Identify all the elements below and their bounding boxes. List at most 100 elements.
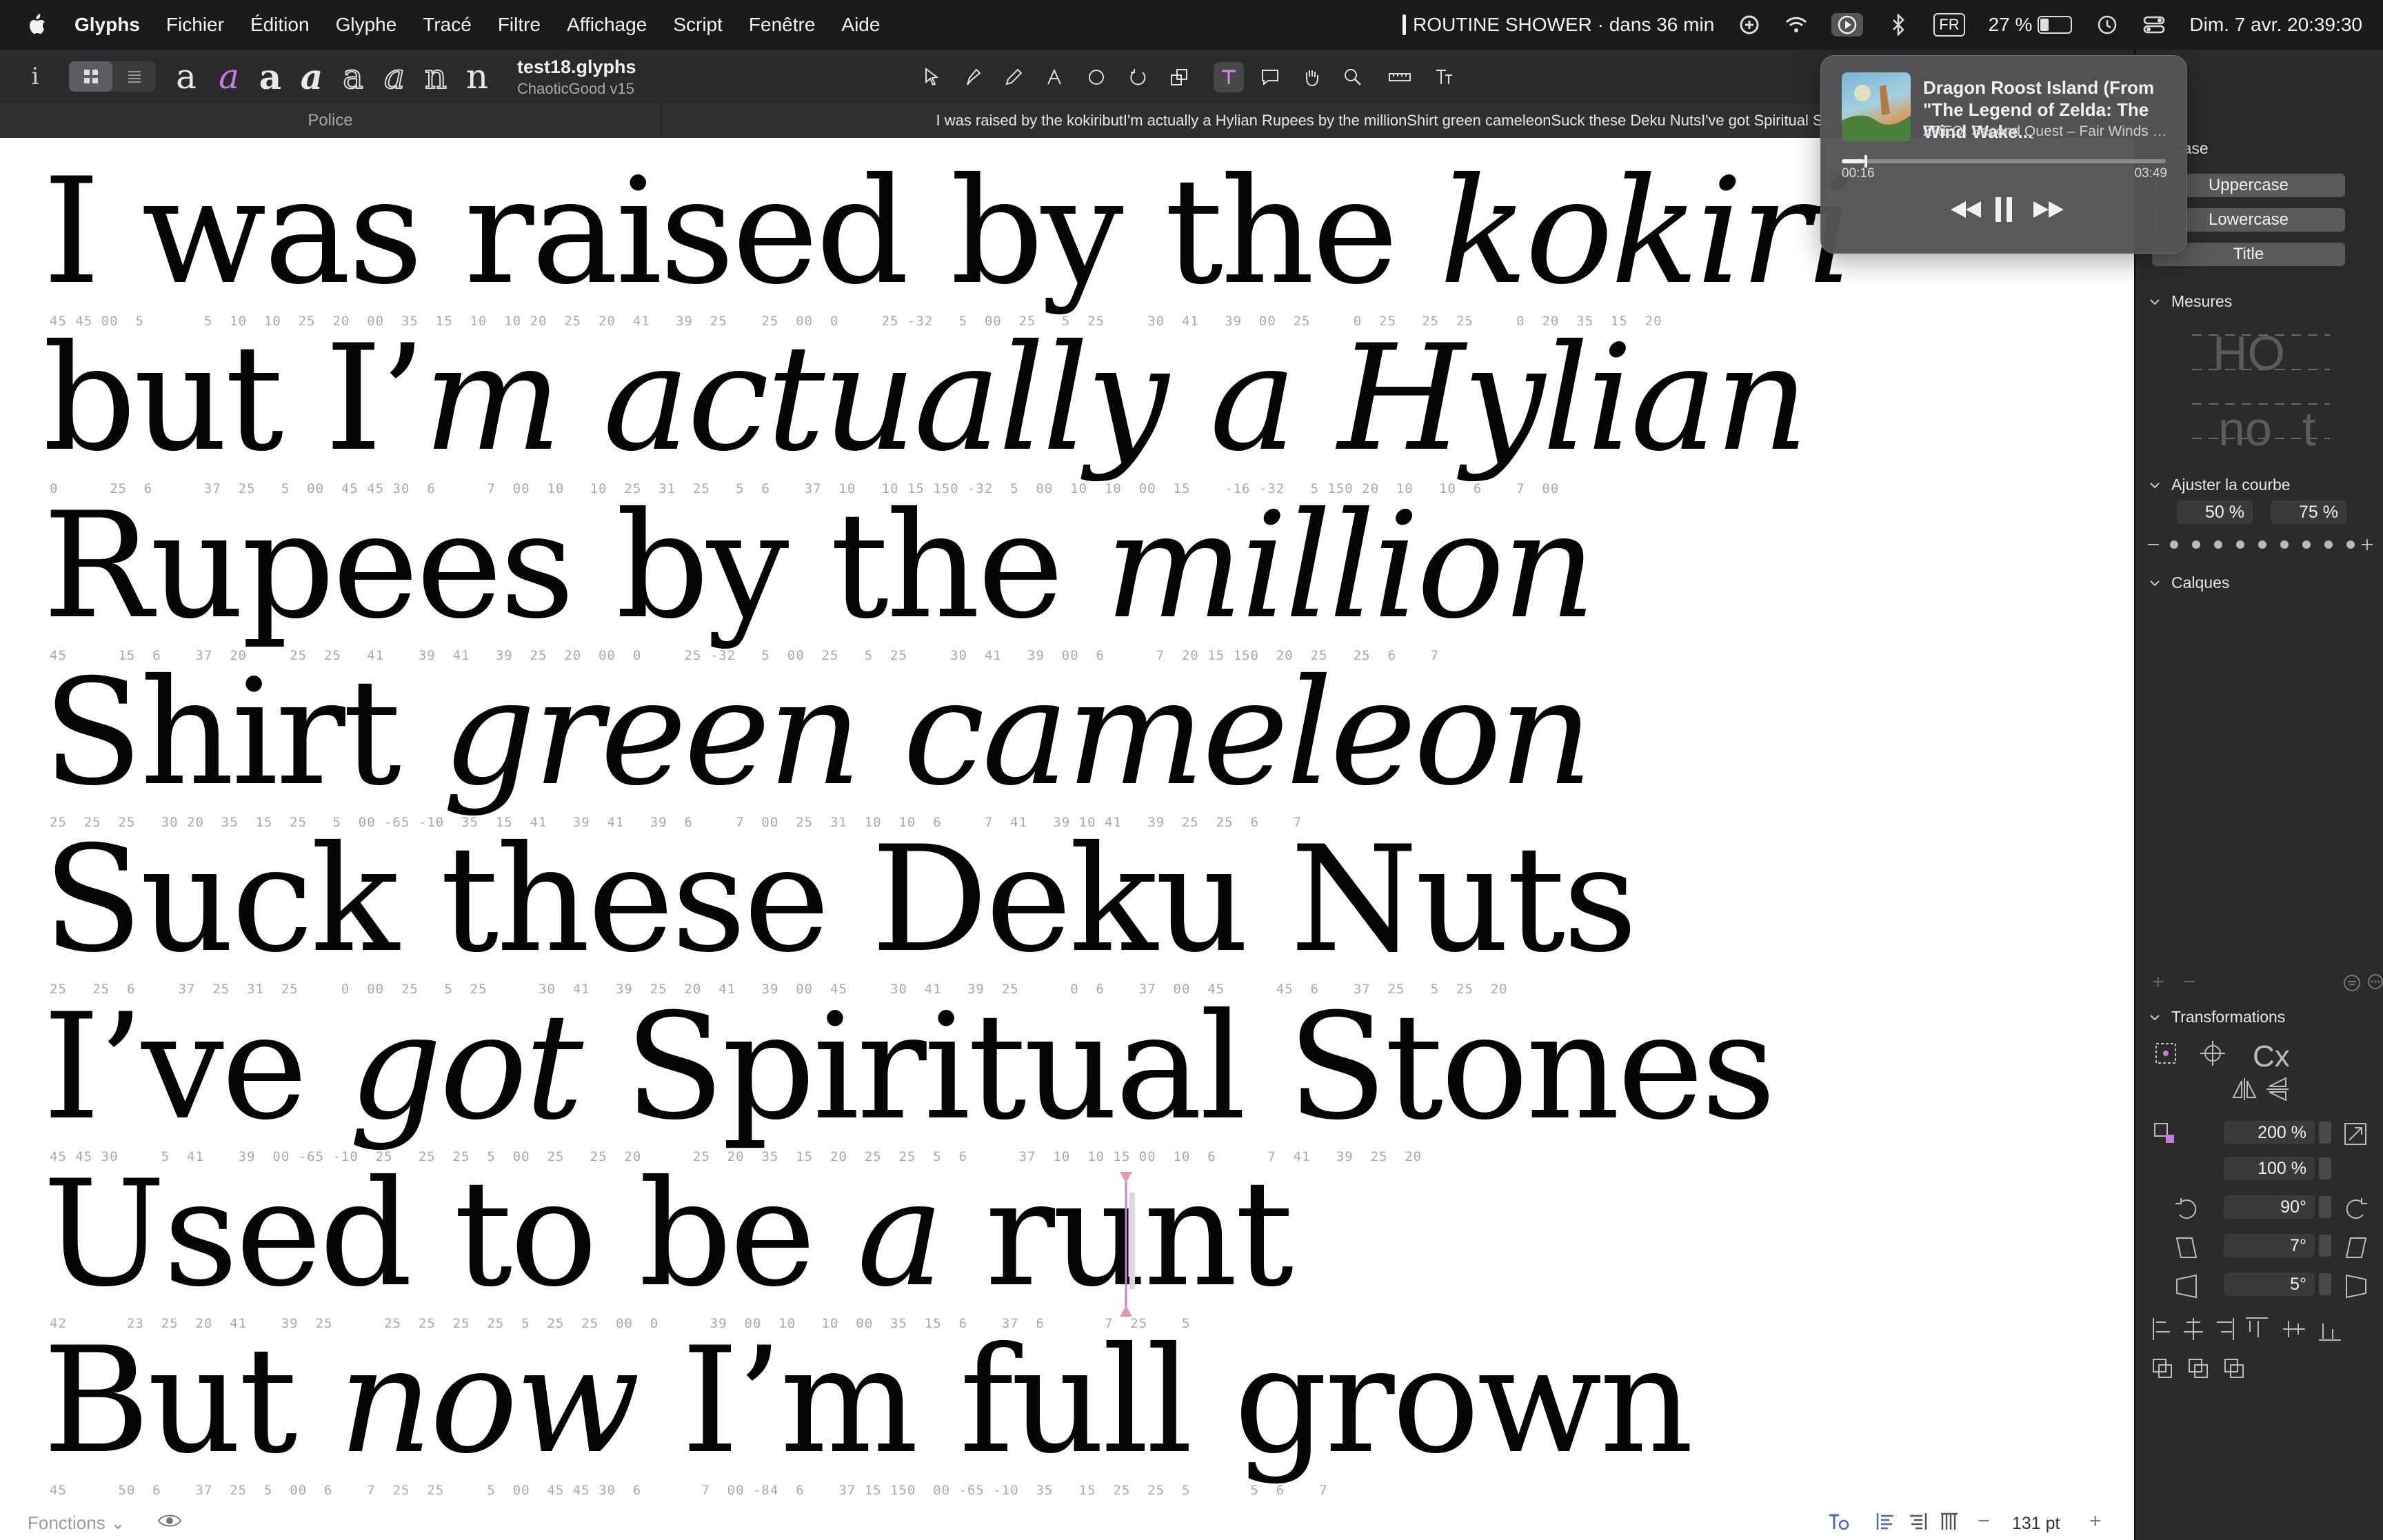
zoom-tool-icon[interactable] [1338, 62, 1368, 92]
playback-progress[interactable] [1842, 155, 2166, 168]
pause-icon[interactable] [1987, 192, 2021, 227]
curve-value-2[interactable]: 75 % [2271, 500, 2346, 524]
scale-x-stepper[interactable] [2319, 1122, 2331, 1144]
rotate-ccw-icon[interactable] [2173, 1195, 2200, 1223]
rotate-field[interactable]: 90° [2224, 1195, 2315, 1219]
menu-glyphe[interactable]: Glyphe [336, 14, 397, 36]
measure-tool-icon[interactable] [1385, 62, 1415, 92]
scale-tool-icon[interactable] [1164, 62, 1194, 92]
edit-view-canvas[interactable]: I was raised by the kokiri 45 45 00 5 5 … [0, 138, 2134, 1517]
remove-layer-icon[interactable]: − [2184, 971, 2196, 994]
text-line-3[interactable]: Rupees by the million [43, 493, 1596, 639]
time-machine-icon[interactable] [2095, 13, 2119, 37]
now-playing-icon[interactable] [1831, 13, 1864, 37]
rotate-cw-icon[interactable] [2342, 1195, 2370, 1223]
glyph-chip-n-regular[interactable]: n [459, 54, 495, 99]
zoom-in-icon[interactable]: + [2089, 1510, 2102, 1533]
skew-field[interactable]: 5° [2224, 1273, 2315, 1296]
skew-stepper[interactable] [2319, 1273, 2331, 1295]
control-center-icon[interactable] [2142, 13, 2166, 37]
glyph-chip-a-outline-italic[interactable]: a [376, 54, 412, 99]
glyph-chip-a-bold-italic[interactable]: a [294, 54, 330, 99]
slant-left-icon[interactable] [2173, 1234, 2200, 1262]
view-mode-segmented[interactable] [69, 61, 156, 92]
fast-forward-icon[interactable] [2028, 192, 2069, 227]
slant-right-icon[interactable] [2342, 1234, 2370, 1262]
glyph-chip-a-bold[interactable]: a [252, 54, 288, 99]
menu-app-glyphs[interactable]: Glyphs [74, 14, 140, 36]
glyph-chip-a-italic-selected[interactable]: a [211, 54, 247, 99]
draw-tool-icon[interactable] [957, 62, 987, 92]
more-icon[interactable] [2367, 973, 2383, 993]
clock[interactable]: Dim. 7 avr. 20:39:30 [2189, 14, 2362, 36]
mirror-horizontal-icon[interactable] [2231, 1075, 2258, 1103]
text-tool-icon[interactable] [1214, 62, 1244, 92]
text-line-1[interactable]: I was raised by the kokiri [43, 159, 1854, 305]
vertical-text-icon[interactable] [1939, 1511, 1960, 1535]
rotate-tool-icon[interactable] [1123, 62, 1153, 92]
text-line-4[interactable]: Shirt green cameleon [43, 660, 1593, 806]
text-line-8[interactable]: But now I’m full grown [43, 1328, 1693, 1474]
ellipse-tool-icon[interactable] [1081, 62, 1112, 92]
list-view-icon[interactable] [112, 61, 156, 92]
text-line-2[interactable]: but I’m actually a Hylian [43, 325, 1809, 472]
primitives-tool-icon[interactable] [1040, 62, 1070, 92]
text-cursor-tool-icon[interactable] [1429, 62, 1459, 92]
pencil-tool-icon[interactable] [998, 62, 1029, 92]
battery-item[interactable]: 27 % [1989, 14, 2073, 36]
skew-right-icon[interactable] [2342, 1273, 2370, 1300]
bounding-box-icon[interactable] [2152, 1040, 2180, 1067]
annotation-tool-icon[interactable] [1255, 62, 1285, 92]
menu-affichage[interactable]: Affichage [567, 14, 647, 36]
bluetooth-icon[interactable] [1887, 13, 1910, 37]
rewind-icon[interactable] [1945, 192, 1987, 227]
metrics-cx-icon[interactable]: Cx [2253, 1040, 2290, 1074]
chevron-down-icon[interactable] [2149, 1012, 2160, 1023]
select-tool-icon[interactable] [917, 62, 947, 92]
chevron-down-icon[interactable] [2149, 480, 2160, 491]
curve-slider[interactable] [2146, 538, 2374, 551]
menu-script[interactable]: Script [673, 14, 723, 36]
glyph-chip-n-outline[interactable]: n [418, 54, 454, 99]
layer-options-icon[interactable] [2342, 973, 2362, 996]
scale-lock-icon[interactable] [2152, 1121, 2180, 1148]
align-right-icon[interactable] [1907, 1511, 1928, 1535]
scale-x-field[interactable]: 200 % [2224, 1121, 2315, 1144]
input-source-badge[interactable]: FR [1933, 13, 1965, 37]
apply-scale-icon[interactable] [2342, 1121, 2370, 1148]
boolean-ops-icons[interactable] [2151, 1357, 2261, 1384]
wifi-icon[interactable] [1784, 13, 1808, 37]
scale-y-field[interactable]: 100 % [2224, 1157, 2315, 1180]
glyph-chip-a-outline[interactable]: a [335, 54, 371, 99]
curve-value-1[interactable]: 50 % [2177, 500, 2253, 524]
zoom-out-icon[interactable]: − [1978, 1510, 1990, 1533]
chevron-down-icon[interactable] [2149, 578, 2160, 589]
apple-menu-icon[interactable] [26, 13, 47, 37]
menu-filtre[interactable]: Filtre [498, 14, 541, 36]
skew-left-icon[interactable] [2173, 1273, 2200, 1300]
airplay-icon[interactable] [1738, 13, 1761, 37]
text-line-6[interactable]: I’ve got Spiritual Stones [43, 994, 1776, 1140]
menu-aide[interactable]: Aide [841, 14, 880, 36]
preview-eye-icon[interactable] [157, 1511, 182, 1534]
menu-edition[interactable]: Édition [250, 14, 310, 36]
mirror-vertical-icon[interactable] [2264, 1075, 2291, 1103]
menu-fichier[interactable]: Fichier [166, 14, 224, 36]
rotate-stepper[interactable] [2319, 1196, 2331, 1218]
grid-view-icon[interactable] [69, 61, 112, 92]
reminder-item[interactable]: ROUTINE SHOWER · dans 36 min [1402, 14, 1714, 36]
slant-stepper[interactable] [2319, 1235, 2331, 1257]
slant-field[interactable]: 7° [2224, 1234, 2315, 1257]
zoom-value[interactable]: 131 pt [2012, 1514, 2060, 1534]
text-options-icon[interactable] [1827, 1511, 1851, 1535]
origin-icon[interactable] [2199, 1040, 2226, 1067]
chevron-down-icon[interactable] [2149, 296, 2160, 307]
text-line-5[interactable]: Suck these Deku Nuts [43, 827, 1638, 973]
menu-fenetre[interactable]: Fenêtre [749, 14, 816, 36]
text-cursor-icon[interactable] [1116, 1172, 1136, 1317]
text-line-7[interactable]: Used to be a runt [43, 1161, 1294, 1307]
tab-font[interactable]: Police [0, 103, 661, 138]
add-layer-icon[interactable]: + [2152, 971, 2164, 994]
info-button[interactable]: i [25, 50, 46, 103]
glyph-chip-a-regular[interactable]: a [168, 54, 204, 99]
